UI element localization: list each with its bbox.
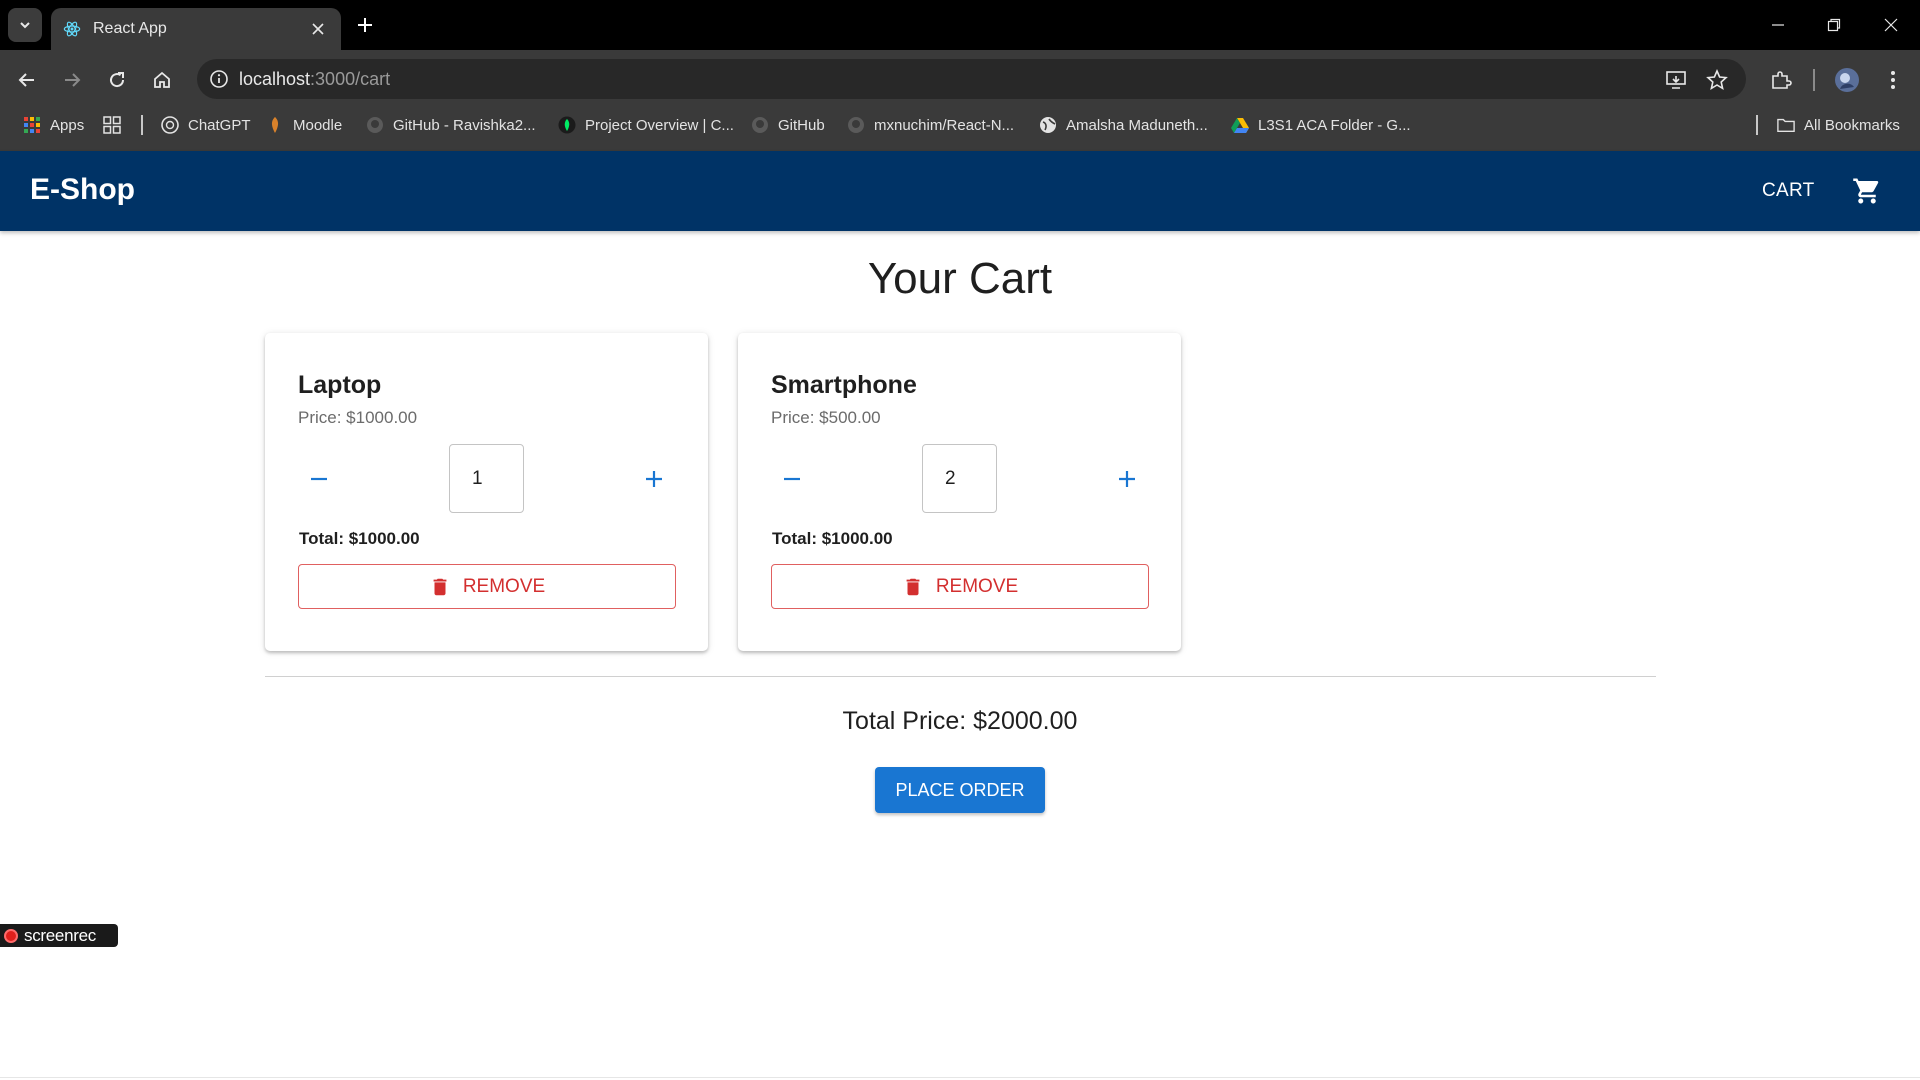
address-bar[interactable]: localhost:3000/cart: [197, 59, 1746, 99]
bookmark-apps[interactable]: Apps: [23, 114, 84, 136]
forward-arrow-icon[interactable]: [56, 64, 88, 96]
minimize-icon[interactable]: [1761, 10, 1795, 40]
globe-icon: [1039, 116, 1057, 134]
tab-groups-icon[interactable]: [103, 114, 121, 136]
quantity-input[interactable]: 2: [922, 444, 997, 513]
toolbar-separator: [1813, 69, 1815, 91]
extensions-puzzle-icon[interactable]: [1768, 67, 1794, 93]
item-total: Total: $1000.00: [772, 529, 893, 548]
place-order-button[interactable]: PLACE ORDER: [875, 767, 1045, 813]
increase-quantity-button[interactable]: [634, 459, 674, 499]
remove-label: REMOVE: [935, 575, 1019, 597]
decrease-quantity-button[interactable]: [299, 459, 339, 499]
folder-icon: [1777, 116, 1795, 134]
item-total: Total: $1000.00: [299, 529, 420, 548]
close-window-icon[interactable]: [1874, 10, 1908, 40]
grand-total: Total Price: $2000.00: [842, 707, 1078, 735]
all-bookmarks-button[interactable]: All Bookmarks: [1777, 114, 1900, 136]
bookmark-l3s1-aca-folder[interactable]: L3S1 ACA Folder - G...: [1231, 114, 1411, 136]
react-logo-icon: [63, 21, 81, 37]
minus-icon: [784, 477, 800, 481]
product-price: Price: $1000.00: [298, 408, 418, 427]
chatgpt-icon: [161, 116, 179, 134]
tab-search-button[interactable]: [8, 8, 42, 42]
home-icon[interactable]: [146, 64, 178, 96]
site-info-icon[interactable]: [199, 59, 239, 99]
bookmark-chatgpt[interactable]: ChatGPT: [161, 114, 251, 136]
github-icon: [751, 116, 769, 134]
trash-icon: [906, 578, 920, 595]
cart-nav-link[interactable]: CART: [1762, 178, 1815, 204]
bookmark-amalsha[interactable]: Amalsha Maduneth...: [1039, 114, 1208, 136]
plus-icon: [646, 471, 662, 487]
bookmark-separator: [1756, 115, 1758, 135]
product-name: Laptop: [298, 371, 382, 399]
new-tab-plus-icon[interactable]: [352, 12, 378, 38]
bookmark-separator: [141, 115, 143, 135]
increase-quantity-button[interactable]: [1107, 459, 1147, 499]
browser-menu-dots-icon[interactable]: [1880, 67, 1906, 93]
browser-tab-active[interactable]: React App: [51, 8, 341, 50]
reload-icon[interactable]: [101, 64, 133, 96]
divider: [265, 676, 1656, 677]
quantity-input[interactable]: 1: [449, 444, 524, 513]
shopping-cart-icon[interactable]: [1852, 176, 1882, 206]
bookmark-github[interactable]: GitHub: [751, 114, 825, 136]
app-header: [0, 151, 1920, 231]
page-title: Your Cart: [867, 254, 1053, 303]
product-price: Price: $500.00: [771, 408, 881, 427]
plus-icon: [1119, 471, 1135, 487]
bookmark-star-icon[interactable]: [1704, 67, 1730, 93]
bookmark-github-ravishka[interactable]: GitHub - Ravishka2...: [366, 114, 536, 136]
remove-button[interactable]: REMOVE: [298, 564, 676, 609]
trash-icon: [433, 578, 447, 595]
tab-close-icon[interactable]: [307, 18, 329, 40]
bookmark-mxnuchim[interactable]: mxnuchim/React-N...: [847, 114, 1014, 136]
url-text: localhost:3000/cart: [239, 68, 391, 89]
install-app-icon[interactable]: [1663, 67, 1689, 93]
brand-logo[interactable]: E-Shop: [30, 173, 135, 207]
cart-item-card: Smartphone Price: $500.00 2 Total: $1000…: [738, 333, 1181, 651]
screenrec-badge: screenrec: [0, 924, 118, 947]
back-arrow-icon[interactable]: [11, 64, 43, 96]
minus-icon: [311, 477, 327, 481]
cart-item-card: Laptop Price: $1000.00 1 Total: $1000.00…: [265, 333, 708, 651]
google-drive-icon: [1231, 116, 1249, 134]
bookmark-moodle[interactable]: Moodle: [266, 114, 342, 136]
github-icon: [366, 116, 384, 134]
decrease-quantity-button[interactable]: [772, 459, 812, 499]
product-name: Smartphone: [771, 371, 917, 399]
profile-avatar-icon[interactable]: [1834, 67, 1860, 93]
remove-button[interactable]: REMOVE: [771, 564, 1149, 609]
screenrec-label: screenrec: [24, 925, 96, 945]
mongodb-leaf-icon: [558, 116, 576, 134]
moodle-icon: [266, 116, 284, 134]
remove-label: REMOVE: [462, 575, 546, 597]
github-icon: [847, 116, 865, 134]
restore-icon[interactable]: [1817, 10, 1851, 40]
apps-grid-icon: [23, 116, 41, 134]
tab-title: React App: [93, 20, 167, 37]
chevron-down-icon: [20, 22, 30, 29]
bookmark-project-overview[interactable]: Project Overview | C...: [558, 114, 734, 136]
record-dot-icon: [4, 928, 18, 943]
bottom-edge-line: [0, 1077, 1920, 1078]
